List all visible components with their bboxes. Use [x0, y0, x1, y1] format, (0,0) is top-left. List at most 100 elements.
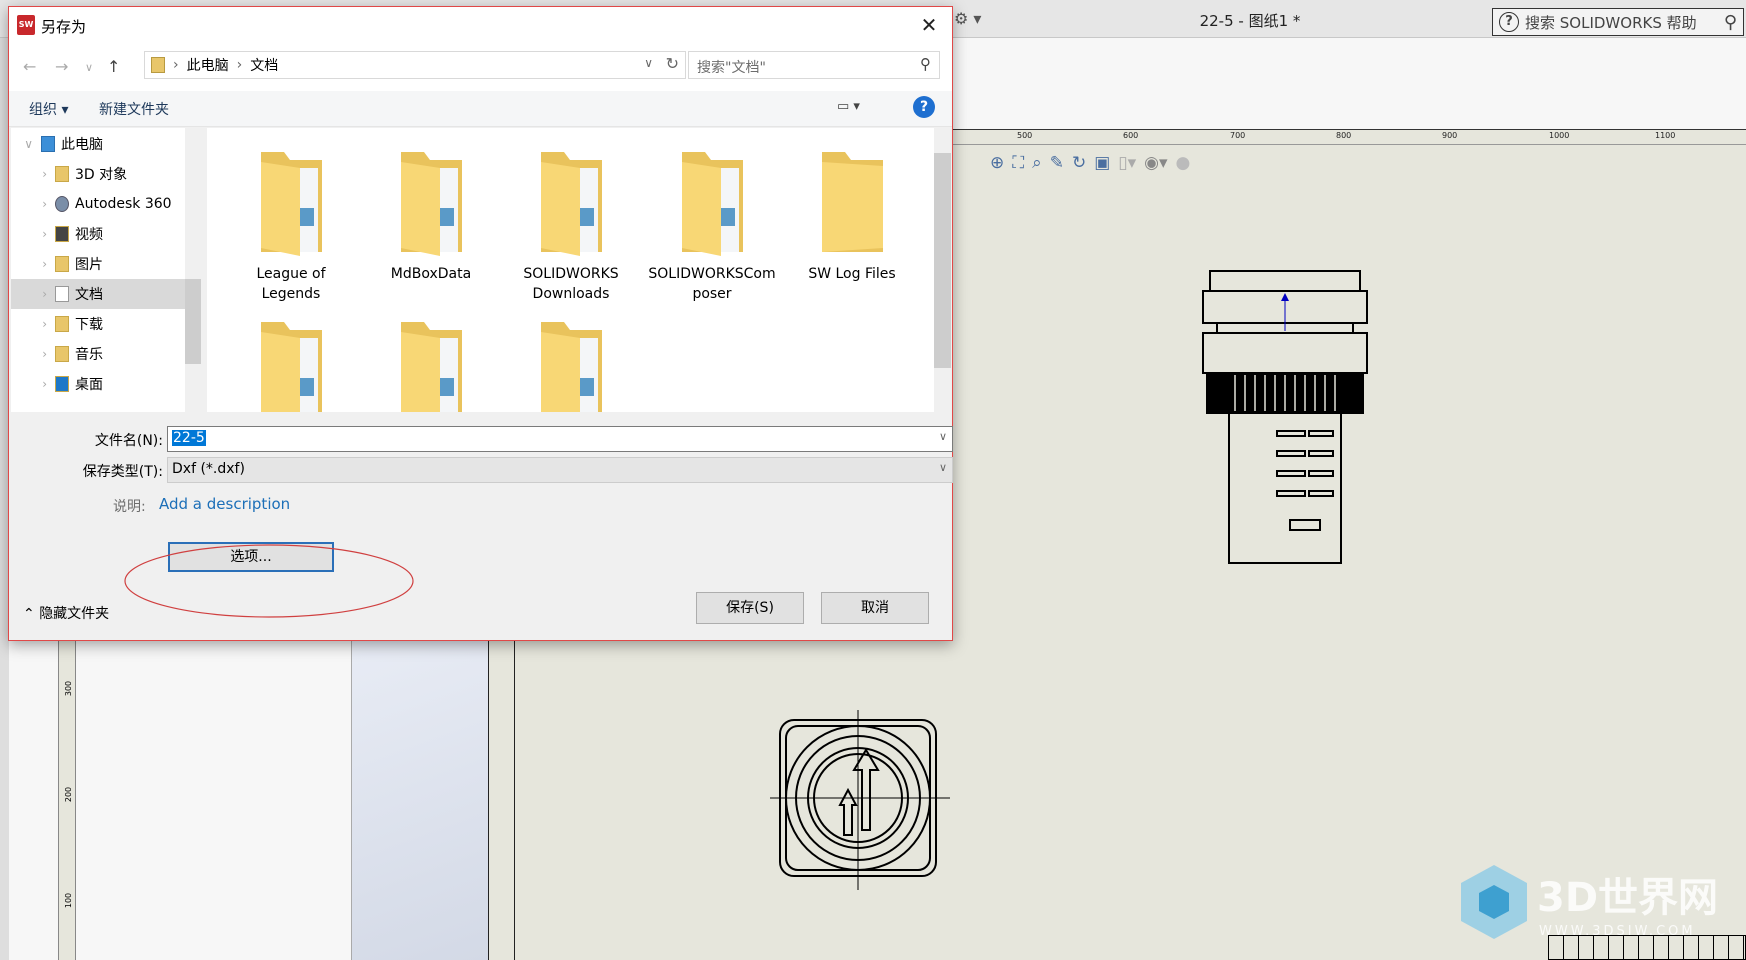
nav-item-downloads[interactable]: › 下载: [11, 309, 185, 339]
title-block: [1548, 935, 1746, 960]
recent-dropdown-icon[interactable]: ∨: [85, 61, 93, 74]
folder-icon: [682, 152, 743, 256]
display-style-icon[interactable]: ▯▾: [1118, 153, 1136, 173]
folder-icon: [822, 152, 883, 252]
filename-input[interactable]: 22-5 ∨: [167, 426, 953, 452]
folder-name: SOLIDWORKS Downloads: [523, 266, 619, 302]
chevron-down-icon[interactable]: ∨: [11, 137, 41, 151]
nav-item-this-pc[interactable]: ∨ 此电脑: [11, 129, 185, 159]
folder-icon: [541, 152, 602, 256]
downloads-icon: [55, 316, 69, 332]
hide-folders-toggle[interactable]: ⌃ 隐藏文件夹: [23, 603, 109, 623]
chevron-right-icon[interactable]: ›: [25, 317, 55, 331]
breadcrumb-documents[interactable]: 文档: [250, 55, 278, 75]
part-top-view[interactable]: [770, 710, 950, 890]
documents-icon: [55, 286, 69, 302]
refresh-icon[interactable]: ↻: [666, 54, 679, 73]
add-description-link[interactable]: Add a description: [159, 495, 290, 513]
feature-manager-panel: [78, 640, 351, 960]
solidworks-app-icon: SW: [17, 15, 35, 35]
folder-icon: [261, 152, 322, 256]
hide-show-icon[interactable]: ◉▾: [1144, 153, 1167, 173]
back-arrow-icon[interactable]: ←: [23, 57, 36, 76]
folder-item[interactable]: SOLIDWORKSComposer: [647, 148, 777, 304]
ruler-label: 200: [64, 786, 74, 803]
zoom-area-icon[interactable]: ⛶: [1012, 153, 1024, 173]
file-list: League of Legends MdBoxData SOLIDWORKS D…: [207, 128, 934, 412]
nav-label: 下载: [75, 317, 103, 333]
filetype-select[interactable]: Dxf (*.dxf) ∨: [167, 457, 953, 483]
chevron-right-icon[interactable]: ›: [25, 257, 55, 271]
forward-arrow-icon[interactable]: →: [55, 57, 68, 76]
folder-icon: [401, 322, 462, 412]
navigation-pane: ∨ 此电脑 › 3D 对象 › Autodesk 360 › 视频 › 图片 › 文档 › 下…: [11, 128, 201, 412]
new-folder-button[interactable]: 新建文件夹: [99, 99, 169, 119]
nav-item-pictures[interactable]: › 图片: [11, 249, 185, 279]
view-orientation-icon[interactable]: ▣: [1094, 153, 1110, 173]
nav-label: 音乐: [75, 347, 103, 363]
nav-scrollbar[interactable]: [185, 128, 201, 412]
folder-item[interactable]: League of Legends: [226, 148, 356, 304]
folder-icon: [401, 152, 462, 256]
folder-icon: [541, 322, 602, 412]
documents-icon: [151, 57, 165, 73]
folder-name: SOLIDWORKSComposer: [648, 266, 776, 302]
nav-item-desktop[interactable]: › 桌面: [11, 369, 185, 399]
autodesk-icon: [55, 196, 69, 212]
nav-item-documents[interactable]: › 文档: [11, 279, 185, 309]
nav-item-videos[interactable]: › 视频: [11, 219, 185, 249]
chevron-down-icon[interactable]: ∨: [939, 461, 947, 474]
filename-value: 22-5: [172, 430, 206, 446]
organize-button[interactable]: 组织 ▾: [29, 99, 68, 119]
part-front-view[interactable]: [1195, 265, 1375, 605]
chevron-right-icon[interactable]: ›: [25, 227, 55, 241]
chevron-down-icon[interactable]: ∨: [939, 430, 947, 443]
rotate-icon[interactable]: ↻: [1072, 153, 1086, 173]
help-search-input[interactable]: ? 搜索 SOLIDWORKS 帮助 ⚲: [1492, 8, 1744, 36]
ruler-label: 500: [1017, 131, 1033, 140]
save-button[interactable]: 保存(S): [696, 592, 804, 624]
folder-item[interactable]: SOLIDWORKS Downloads: [506, 148, 636, 304]
search-icon[interactable]: ⚲: [920, 55, 931, 73]
heads-up-toolbar: ⊕ ⛶ ⌕ ✎ ↻ ▣ ▯▾ ◉▾ ●: [990, 153, 1190, 173]
folder-item[interactable]: [226, 318, 356, 412]
zoom-to-fit-icon[interactable]: ⊕: [990, 153, 1004, 173]
nav-scrollbar-thumb[interactable]: [185, 279, 201, 364]
folder-item[interactable]: [366, 318, 496, 412]
chevron-right-icon[interactable]: ›: [25, 377, 55, 391]
chevron-right-icon[interactable]: ›: [25, 287, 55, 301]
up-arrow-icon[interactable]: ↑: [107, 57, 120, 76]
chevron-right-icon[interactable]: ›: [25, 197, 55, 211]
ruler-label: 1100: [1655, 131, 1676, 140]
nav-item-3d-objects[interactable]: › 3D 对象: [11, 159, 185, 189]
dialog-title: 另存为: [41, 18, 87, 36]
nav-item-music[interactable]: › 音乐: [11, 339, 185, 369]
nav-label: 图片: [75, 257, 103, 273]
previous-view-icon[interactable]: ✎: [1050, 153, 1064, 173]
sheet-border: [488, 640, 515, 960]
view-options-icon[interactable]: ▭ ▾: [837, 99, 860, 114]
search-placeholder: 搜索"文档": [697, 60, 766, 76]
close-button[interactable]: ✕: [917, 13, 941, 37]
folder-icon: [261, 322, 322, 412]
breadcrumb-this-pc[interactable]: 此电脑: [187, 55, 229, 75]
hide-folders-label: 隐藏文件夹: [39, 606, 110, 622]
nav-item-autodesk-360[interactable]: › Autodesk 360: [11, 189, 185, 219]
content-scrollbar-thumb[interactable]: [934, 153, 951, 368]
zoom-in-out-icon[interactable]: ⌕: [1032, 153, 1042, 173]
help-icon[interactable]: ?: [913, 96, 935, 118]
search-input[interactable]: 搜索"文档" ⚲: [688, 51, 940, 79]
chevron-down-icon[interactable]: ∨: [644, 56, 653, 70]
search-icon[interactable]: ⚲: [1724, 12, 1737, 33]
watermark-logo: 3D世界网 WWW.3DSJW.COM: [1461, 865, 1718, 939]
folder-item[interactable]: SW Log Files: [787, 148, 917, 284]
gear-icon[interactable]: ⚙ ▾: [954, 9, 981, 28]
folder-item[interactable]: MdBoxData: [366, 148, 496, 284]
appearance-icon[interactable]: ●: [1176, 153, 1191, 173]
folder-item[interactable]: [506, 318, 636, 412]
pictures-icon: [55, 256, 69, 272]
address-bar[interactable]: › 此电脑 › 文档 ∨ ↻: [144, 51, 686, 79]
chevron-right-icon[interactable]: ›: [25, 167, 55, 181]
chevron-right-icon[interactable]: ›: [25, 347, 55, 361]
cancel-button[interactable]: 取消: [821, 592, 929, 624]
